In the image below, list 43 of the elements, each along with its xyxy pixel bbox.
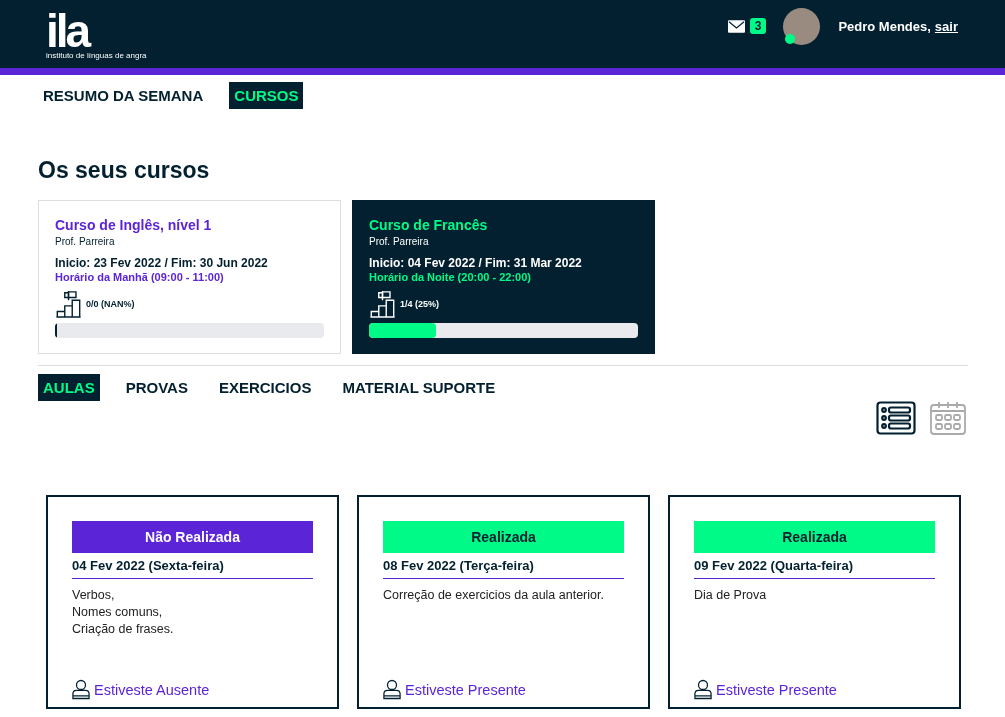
lesson-description: Verbos, Nomes comuns, Criação de frases.	[72, 587, 175, 638]
lesson-status-banner: Realizada	[383, 521, 624, 553]
lesson-description: Dia de Prova	[694, 587, 768, 604]
stairs-flag-icon	[369, 290, 396, 318]
person-icon	[694, 679, 712, 700]
course-schedule: Horário da Noite (20:00 - 22:00)	[369, 271, 532, 283]
user-name: Pedro Mendes,	[838, 18, 931, 34]
logo-mark: ila	[46, 11, 89, 51]
attendance-status: Estiveste Presente	[716, 681, 837, 698]
course-dates: Inicio: 23 Fev 2022 / Fim: 30 Jun 2022	[55, 256, 269, 270]
course-title: Curso de Inglês, nível 1	[55, 217, 213, 233]
logo-subtitle: instituto de línguas de angra	[46, 51, 147, 61]
progress-text: 1/4 (25%)	[400, 299, 440, 309]
course-card[interactable]: Curso de Inglês, nível 1 Prof. Parreira Inicio: 23 Fev 2022 / Fim: 30 Jun 2022 Horário da Manhã (09:00 - 11:00) 0/0 (NAN%)	[38, 200, 341, 354]
course-title: Curso de Francês	[369, 217, 489, 233]
stairs-flag-icon	[55, 290, 82, 318]
person-icon	[383, 679, 401, 700]
lesson-date: 09 Fev 2022 (Quarta-feira)	[694, 553, 935, 579]
nav-tab[interactable]: RESUMO DA SEMANA	[38, 82, 209, 109]
teacher-name: Prof. Parreira	[55, 236, 116, 247]
nav-tab[interactable]: CURSOS	[229, 82, 304, 109]
lesson-date: 08 Fev 2022 (Terça-feira)	[383, 553, 624, 579]
section-tab[interactable]: EXERCICIOS	[213, 374, 317, 401]
lesson-status-banner: Realizada	[694, 521, 935, 553]
logout-link[interactable]: sair	[934, 18, 958, 34]
lesson-date: 04 Fev 2022 (Sexta-feira)	[72, 553, 313, 579]
progress-text: 0/0 (NAN%)	[86, 299, 135, 309]
message-count-badge: 3	[749, 18, 767, 34]
attendance-status: Estiveste Presente	[405, 681, 526, 698]
lesson-description: Correção de exercicios da aula anterior.	[383, 587, 605, 604]
section-tab[interactable]: PROVAS	[120, 374, 193, 401]
section-tab[interactable]: AULAS	[38, 374, 100, 401]
course-schedule: Horário da Manhã (09:00 - 11:00)	[55, 271, 225, 283]
page-heading: Os seus cursos	[38, 156, 211, 185]
section-tab[interactable]: MATERIAL SUPORTE	[337, 374, 501, 401]
person-icon	[72, 679, 90, 700]
mail-icon[interactable]	[727, 19, 745, 33]
lesson-status-banner: Não Realizada	[72, 521, 313, 553]
course-card[interactable]: Curso de Francês Prof. Parreira Inicio: 04 Fev 2022 / Fim: 31 Mar 2022 Horário da Noite (20:00 - 22:00) 1/4 (25%)	[352, 200, 655, 354]
teacher-name: Prof. Parreira	[369, 236, 430, 247]
list-view-icon[interactable]	[876, 401, 916, 435]
attendance-status: Estiveste Ausente	[94, 681, 210, 698]
course-dates: Inicio: 04 Fev 2022 / Fim: 31 Mar 2022	[369, 256, 583, 270]
